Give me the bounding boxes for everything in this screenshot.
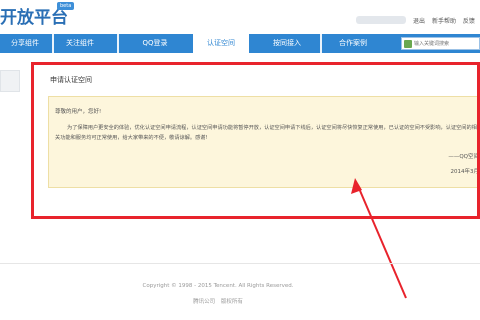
nav-separator	[52, 34, 54, 53]
help-link[interactable]: 新手帮助	[432, 18, 456, 25]
footer-link[interactable]: 版权所有	[221, 299, 243, 305]
sidebar-panel	[0, 70, 20, 92]
nav-item-qq-login[interactable]: QQ登录	[120, 34, 190, 53]
user-name-blurred	[356, 16, 406, 24]
search-input[interactable]	[414, 38, 480, 49]
logout-link[interactable]: 退出	[413, 18, 425, 25]
nav-separator	[117, 34, 119, 53]
nav-item-cases[interactable]: 合作案例	[323, 34, 383, 53]
nav-item-certified-space[interactable]: 认证空间	[193, 34, 249, 53]
feedback-link[interactable]: 反馈	[463, 18, 475, 25]
footer-divider	[0, 263, 480, 264]
copyright-text: Copyright © 1998 - 2015 Tencent. All Rig…	[142, 283, 294, 289]
search-box	[401, 37, 480, 50]
highlight-annotation-box	[31, 62, 480, 219]
footer-link[interactable]: 腾讯公司	[193, 299, 215, 305]
top-links: 退出 新手帮助 反馈	[413, 16, 480, 25]
nav-separator	[320, 34, 322, 53]
nav-item-access[interactable]: 按同接入	[255, 34, 319, 53]
footer-links: 腾讯公司 版权所有	[0, 297, 436, 305]
nav-item-follow[interactable]: 关注组件	[55, 34, 105, 53]
search-icon[interactable]	[404, 40, 412, 48]
header: 开放平台 beta 退出 新手帮助 反馈	[0, 0, 480, 34]
nav-item-share[interactable]: 分享组件	[0, 34, 50, 53]
beta-badge: beta	[57, 2, 75, 10]
